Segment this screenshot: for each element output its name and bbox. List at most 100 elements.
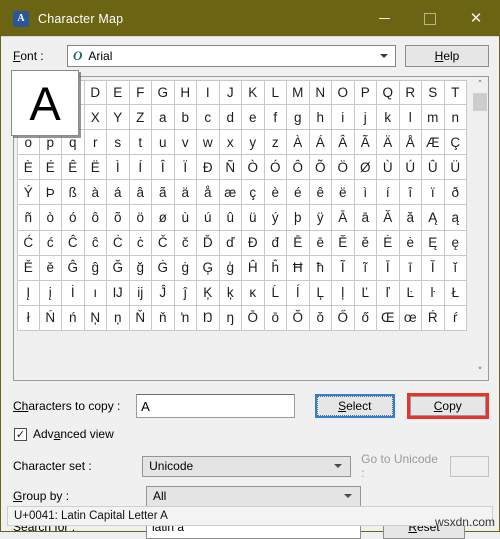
character-cell[interactable]: J xyxy=(219,80,242,106)
character-cell[interactable]: Ì xyxy=(107,155,130,181)
character-cell[interactable]: ċ xyxy=(129,230,152,256)
character-cell[interactable]: Ď xyxy=(197,230,220,256)
character-cell[interactable]: Ċ xyxy=(107,230,130,256)
character-cell[interactable]: ĵ xyxy=(174,280,197,306)
character-cell[interactable]: d xyxy=(219,105,242,131)
character-cell[interactable]: ù xyxy=(174,205,197,231)
character-cell[interactable]: Ü xyxy=(444,155,467,181)
character-cell[interactable]: Ć xyxy=(17,230,40,256)
character-cell[interactable]: Ĺ xyxy=(264,280,287,306)
character-cell[interactable]: Ë xyxy=(84,155,107,181)
character-cell[interactable]: Ŏ xyxy=(287,305,310,331)
character-cell[interactable]: Ý xyxy=(17,180,40,206)
character-cell[interactable]: Ŕ xyxy=(422,305,445,331)
character-cell[interactable]: À xyxy=(287,130,310,156)
character-cell[interactable]: ì xyxy=(354,180,377,206)
character-cell[interactable]: Ã xyxy=(354,130,377,156)
character-cell[interactable]: ň xyxy=(152,305,175,331)
character-cell[interactable]: É xyxy=(39,155,62,181)
characters-to-copy-input[interactable]: A xyxy=(136,394,295,418)
character-cell[interactable]: ĺ xyxy=(287,280,310,306)
character-cell[interactable]: Č xyxy=(152,230,175,256)
advanced-view-checkbox[interactable]: ✓ xyxy=(14,427,27,441)
character-cell[interactable]: á xyxy=(107,180,130,206)
character-cell[interactable]: Ņ xyxy=(84,305,107,331)
character-cell[interactable]: ñ xyxy=(17,205,40,231)
character-cell[interactable]: j xyxy=(354,105,377,131)
character-cell[interactable]: Đ xyxy=(242,230,265,256)
character-cell[interactable]: n xyxy=(444,105,467,131)
character-cell[interactable]: ļ xyxy=(332,280,355,306)
character-cell[interactable]: Ĵ xyxy=(152,280,175,306)
character-cell[interactable]: u xyxy=(152,130,175,156)
character-cell[interactable]: Ð xyxy=(197,155,220,181)
character-cell[interactable]: Ą xyxy=(422,205,445,231)
character-cell[interactable]: ī xyxy=(399,255,422,281)
character-cell[interactable]: Þ xyxy=(39,180,62,206)
character-cell[interactable]: Ĝ xyxy=(62,255,85,281)
grid-scrollbar[interactable]: ˄ ˅ xyxy=(472,77,488,380)
character-cell[interactable]: ķ xyxy=(219,280,242,306)
character-cell[interactable]: Ï xyxy=(174,155,197,181)
character-cell[interactable]: h xyxy=(309,105,332,131)
character-cell[interactable]: ę xyxy=(444,230,467,256)
character-cell[interactable]: ĥ xyxy=(264,255,287,281)
character-cell[interactable]: w xyxy=(197,130,220,156)
character-cell[interactable]: Ø xyxy=(354,155,377,181)
character-cell[interactable]: Î xyxy=(152,155,175,181)
character-cell[interactable]: ő xyxy=(354,305,377,331)
character-cell[interactable]: û xyxy=(219,205,242,231)
character-cell[interactable]: ð xyxy=(444,180,467,206)
character-cell[interactable]: à xyxy=(84,180,107,206)
character-cell[interactable]: N xyxy=(309,80,332,106)
character-cell[interactable]: ã xyxy=(152,180,175,206)
character-cell[interactable]: ŋ xyxy=(219,305,242,331)
scroll-down-icon[interactable]: ˅ xyxy=(472,366,488,378)
character-cell[interactable]: Ŀ xyxy=(399,280,422,306)
character-cell[interactable]: f xyxy=(264,105,287,131)
character-cell[interactable]: Ġ xyxy=(152,255,175,281)
character-cell[interactable]: y xyxy=(242,130,265,156)
character-cell[interactable]: İ xyxy=(62,280,85,306)
character-cell[interactable]: ç xyxy=(242,180,265,206)
character-cell[interactable]: Ģ xyxy=(197,255,220,281)
character-cell[interactable]: Õ xyxy=(309,155,332,181)
character-cell[interactable]: ĝ xyxy=(84,255,107,281)
character-cell[interactable]: Ê xyxy=(62,155,85,181)
character-cell[interactable]: Ę xyxy=(422,230,445,256)
character-cell[interactable]: g xyxy=(287,105,310,131)
character-cell[interactable]: x xyxy=(219,130,242,156)
character-cell[interactable]: Ä xyxy=(377,130,400,156)
character-cell[interactable]: œ xyxy=(399,305,422,331)
help-button[interactable]: Help xyxy=(405,45,489,67)
character-cell[interactable]: Ğ xyxy=(107,255,130,281)
character-cell[interactable]: Ĩ xyxy=(332,255,355,281)
select-button[interactable]: Select xyxy=(317,396,393,416)
character-cell[interactable]: T xyxy=(444,80,467,106)
character-cell[interactable]: Ā xyxy=(332,205,355,231)
character-cell[interactable]: ō xyxy=(264,305,287,331)
character-cell[interactable]: H xyxy=(174,80,197,106)
font-combobox[interactable]: O Arial xyxy=(67,45,396,67)
character-cell[interactable]: ë xyxy=(332,180,355,206)
character-cell[interactable]: Ī xyxy=(377,255,400,281)
character-cell[interactable]: ć xyxy=(39,230,62,256)
character-cell[interactable]: Ń xyxy=(39,305,62,331)
character-cell[interactable]: Û xyxy=(422,155,445,181)
character-cell[interactable]: v xyxy=(174,130,197,156)
character-cell[interactable]: e xyxy=(242,105,265,131)
character-cell[interactable]: ó xyxy=(62,205,85,231)
character-cell[interactable]: ŏ xyxy=(309,305,332,331)
character-cell[interactable]: ü xyxy=(242,205,265,231)
copy-button[interactable]: Copy xyxy=(409,396,486,416)
character-cell[interactable]: ĸ xyxy=(242,280,265,306)
character-cell[interactable]: m xyxy=(422,105,445,131)
character-cell[interactable]: ý xyxy=(264,205,287,231)
character-cell[interactable]: Ĭ xyxy=(422,255,445,281)
character-cell[interactable]: ģ xyxy=(219,255,242,281)
character-cell[interactable]: I xyxy=(197,80,220,106)
character-cell[interactable]: R xyxy=(399,80,422,106)
character-cell[interactable]: Ú xyxy=(399,155,422,181)
character-cell[interactable]: ø xyxy=(152,205,175,231)
character-cell[interactable]: ÿ xyxy=(309,205,332,231)
